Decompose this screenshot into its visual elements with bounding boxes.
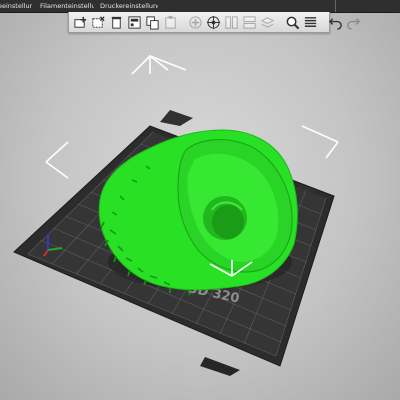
tab-label: Filamenteinstellungen	[40, 2, 94, 10]
copy-button[interactable]	[145, 14, 160, 30]
copy-icon	[146, 15, 159, 30]
arrange-icon	[128, 15, 141, 29]
tab-print-settings[interactable]: eeinstellungen	[0, 0, 32, 12]
undo-icon	[328, 17, 342, 30]
delete-all-button[interactable]	[109, 14, 124, 30]
split-parts-button[interactable]	[242, 14, 257, 30]
undo-button[interactable]	[328, 14, 343, 30]
viewport-3d[interactable]: 3D 320	[0, 0, 400, 400]
delete-all-icon	[111, 16, 122, 29]
layers-icon	[260, 16, 275, 28]
bed-corner-tab	[200, 357, 240, 376]
add-object-icon	[74, 16, 87, 28]
tab-label: eeinstellungen	[0, 2, 32, 10]
add-instance-button[interactable]	[188, 14, 203, 30]
tab-printer-settings[interactable]: Druckereinstellungen	[94, 0, 158, 12]
layers-button[interactable]	[260, 14, 275, 30]
layer-editing-button[interactable]	[303, 14, 318, 30]
split-parts-icon	[243, 15, 256, 29]
redo-button[interactable]	[346, 14, 361, 30]
add-object-button[interactable]	[73, 14, 88, 30]
layer-editing-icon	[304, 16, 317, 27]
split-button[interactable]	[224, 14, 239, 30]
paste-icon	[165, 15, 176, 29]
tab-filament-settings[interactable]: Filamenteinstellungen	[34, 0, 94, 12]
zoom-button[interactable]	[285, 14, 300, 30]
tab-label: Druckereinstellungen	[100, 2, 158, 10]
add-instance-icon	[189, 15, 202, 29]
remove-instance-icon	[206, 15, 221, 29]
main-toolbar	[68, 12, 361, 33]
paste-button[interactable]	[163, 14, 178, 30]
zoom-icon	[286, 16, 300, 29]
remove-instance-button[interactable]	[206, 14, 221, 30]
arrange-button[interactable]	[127, 14, 142, 30]
bed-corner-tab	[160, 110, 193, 126]
delete-icon	[92, 15, 105, 28]
split-icon	[225, 15, 238, 29]
delete-button[interactable]	[91, 14, 106, 30]
redo-icon	[347, 17, 361, 30]
